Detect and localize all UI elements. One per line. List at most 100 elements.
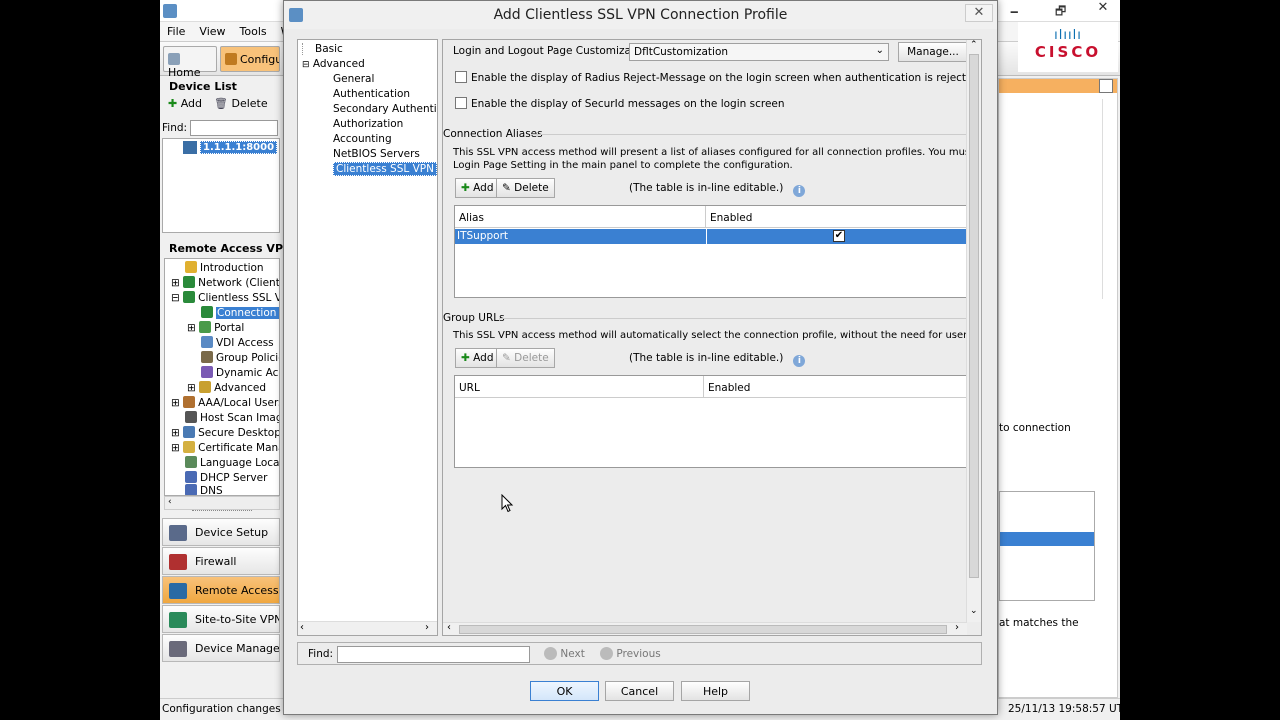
scroll-right-icon[interactable]: › [425, 622, 429, 633]
aliases-description: This SSL VPN access method will present … [453, 146, 981, 172]
nav-advanced[interactable]: ⊟ Advanced [302, 58, 365, 70]
content-panel: Login and Logout Page Customization: Dfl… [442, 39, 982, 636]
content-hscroll[interactable]: ‹ › [443, 622, 967, 635]
alias-delete-button[interactable]: ✎ Delete [496, 178, 555, 198]
mouse-cursor-icon [501, 494, 514, 513]
find-input[interactable] [337, 646, 530, 663]
connection-icon [201, 306, 213, 318]
tree-clientless-ssl-vpn[interactable]: ⊟ Clientless SSL VPN [171, 291, 279, 304]
vscroll-thumb[interactable] [969, 54, 979, 578]
tree-connection-profiles[interactable]: Connection P [201, 306, 279, 319]
configuration-button[interactable]: Configu [220, 46, 280, 72]
device-add-button[interactable]: ✚ Add [168, 97, 202, 110]
advanced-icon [199, 381, 212, 393]
securid-checkbox[interactable]: Enable the display of SecurId messages o… [455, 97, 785, 110]
tree-secure-desktop[interactable]: ⊞ Secure Desktop M [171, 426, 279, 439]
tree-vdi-access[interactable]: VDI Access [201, 336, 274, 349]
urls-description: This SSL VPN access method will automati… [453, 330, 982, 341]
hscroll-thumb[interactable] [459, 625, 947, 634]
device-delete-button[interactable]: 🗑 Delete [214, 97, 268, 110]
tree-dhcp-server[interactable]: DHCP Server [185, 471, 267, 484]
nav-clientless-ssl-vpn[interactable]: Clientless SSL VPN [333, 162, 437, 176]
cisco-logo: ılıılı CISCO [1018, 22, 1118, 72]
tree-dynamic-access[interactable]: Dynamic Acce [201, 366, 279, 379]
users-icon [183, 396, 196, 408]
tree-group-policies[interactable]: Group Policies [201, 351, 279, 364]
tree-language[interactable]: Language Localiz [185, 456, 279, 469]
nav-secondary-authentication[interactable]: Secondary Authenticat [333, 103, 437, 115]
restore-icon[interactable]: 🗗 [1055, 2, 1066, 23]
device-item[interactable]: 1.1.1.1:8000 [200, 141, 278, 154]
trash-icon: 🗑 [214, 97, 228, 110]
gear-icon [225, 53, 237, 65]
ok-button[interactable]: OK [530, 681, 599, 701]
splitter-handle[interactable] [192, 510, 252, 515]
alias-cell[interactable]: ITSupport [457, 230, 508, 242]
aliases-editable-note: (The table is in-line editable.) i [629, 182, 806, 197]
url-add-button[interactable]: ✚ Add [455, 348, 500, 368]
scroll-right-icon[interactable]: › [955, 622, 959, 633]
right-pane-list [999, 491, 1095, 601]
urls-divider [499, 318, 967, 319]
tree-introduction[interactable]: Introduction [185, 261, 264, 274]
dialog-close-button[interactable]: ✕ [965, 4, 993, 22]
nav-authorization[interactable]: Authorization [333, 118, 403, 130]
restore-pane-icon[interactable] [1099, 79, 1113, 93]
manage-button[interactable]: Manage... [898, 42, 968, 62]
remote-access-icon [169, 583, 187, 599]
url-column-header[interactable]: URL [455, 376, 704, 398]
device-setup-button[interactable]: Device Setup [162, 518, 280, 546]
right-pane-selected-row[interactable] [1000, 532, 1094, 546]
find-next-button[interactable]: Next [544, 647, 585, 660]
customization-select[interactable]: DfltCustomization ⌄ [629, 43, 889, 61]
scroll-down-icon[interactable]: ⌄ [970, 606, 978, 616]
status-time: 25/11/13 19:58:57 UTC [1008, 703, 1120, 715]
home-button[interactable]: Home [163, 46, 217, 79]
enabled-column-header[interactable]: Enabled [706, 206, 968, 228]
find-previous-button[interactable]: Previous [600, 647, 661, 660]
nav-basic[interactable]: Basic [302, 43, 343, 55]
radius-reject-checkbox[interactable]: Enable the display of Radius Reject-Mess… [455, 71, 979, 84]
menu-file[interactable]: File [160, 22, 192, 41]
remote-access-vpn-button[interactable]: Remote Access VP [162, 576, 280, 604]
tree-portal[interactable]: ⊞ Portal [187, 321, 244, 334]
tree-advanced[interactable]: ⊞ Advanced [187, 381, 266, 394]
menu-view[interactable]: View [192, 22, 232, 41]
content-vscroll[interactable]: ⌃ ⌄ [966, 40, 981, 622]
nav-netbios-servers[interactable]: NetBIOS Servers [333, 148, 420, 160]
url-delete-button[interactable]: ✎ Delete [496, 348, 555, 368]
firewall-button[interactable]: Firewall [162, 547, 280, 575]
tree-host-scan[interactable]: Host Scan Image [185, 411, 279, 424]
tree-dns[interactable]: DNS [185, 484, 223, 495]
device-find-input[interactable] [190, 120, 278, 136]
device-management-button[interactable]: Device Managemen [162, 634, 280, 662]
nav-authentication[interactable]: Authentication [333, 88, 410, 100]
nav-accounting[interactable]: Accounting [333, 133, 392, 145]
cancel-button[interactable]: Cancel [605, 681, 674, 701]
alias-add-button[interactable]: ✚ Add [455, 178, 500, 198]
site-to-site-vpn-button[interactable]: Site-to-Site VPN [162, 605, 280, 633]
dialog-title: Add Clientless SSL VPN Connection Profil… [493, 7, 788, 23]
rav-tree-hscroll[interactable]: ‹ [164, 496, 280, 510]
menu-tools[interactable]: Tools [233, 22, 274, 41]
plus-icon: ✚ [461, 182, 470, 194]
scroll-left-icon[interactable]: ‹ [300, 622, 304, 633]
enabled-checkbox[interactable]: ✔ [833, 230, 845, 242]
scroll-left-icon[interactable]: ‹ [447, 622, 451, 633]
close-window-icon[interactable]: ✕ [1088, 0, 1118, 18]
portal-icon [199, 321, 212, 333]
tree-network-client[interactable]: ⊞ Network (Client) A [171, 276, 279, 289]
alias-column-header[interactable]: Alias [455, 206, 706, 228]
nav-general[interactable]: General [333, 73, 374, 85]
table-row[interactable]: ITSupport ✔ [455, 229, 967, 244]
scroll-up-icon[interactable]: ⌃ [970, 40, 978, 50]
edit-delete-icon: ✎ [502, 352, 511, 364]
tree-aaa-local-users[interactable]: ⊞ AAA/Local Users [171, 396, 279, 409]
url-add-label: Add [473, 352, 494, 364]
nav-hscroll[interactable]: ‹ › [298, 621, 437, 635]
right-pane-text-2: at matches the [999, 617, 1079, 629]
minimize-icon[interactable]: 🗕 [1010, 2, 1019, 23]
tree-certificate[interactable]: ⊞ Certificate Manag [171, 441, 279, 454]
url-enabled-column-header[interactable]: Enabled [704, 376, 968, 398]
help-button[interactable]: Help [681, 681, 750, 701]
